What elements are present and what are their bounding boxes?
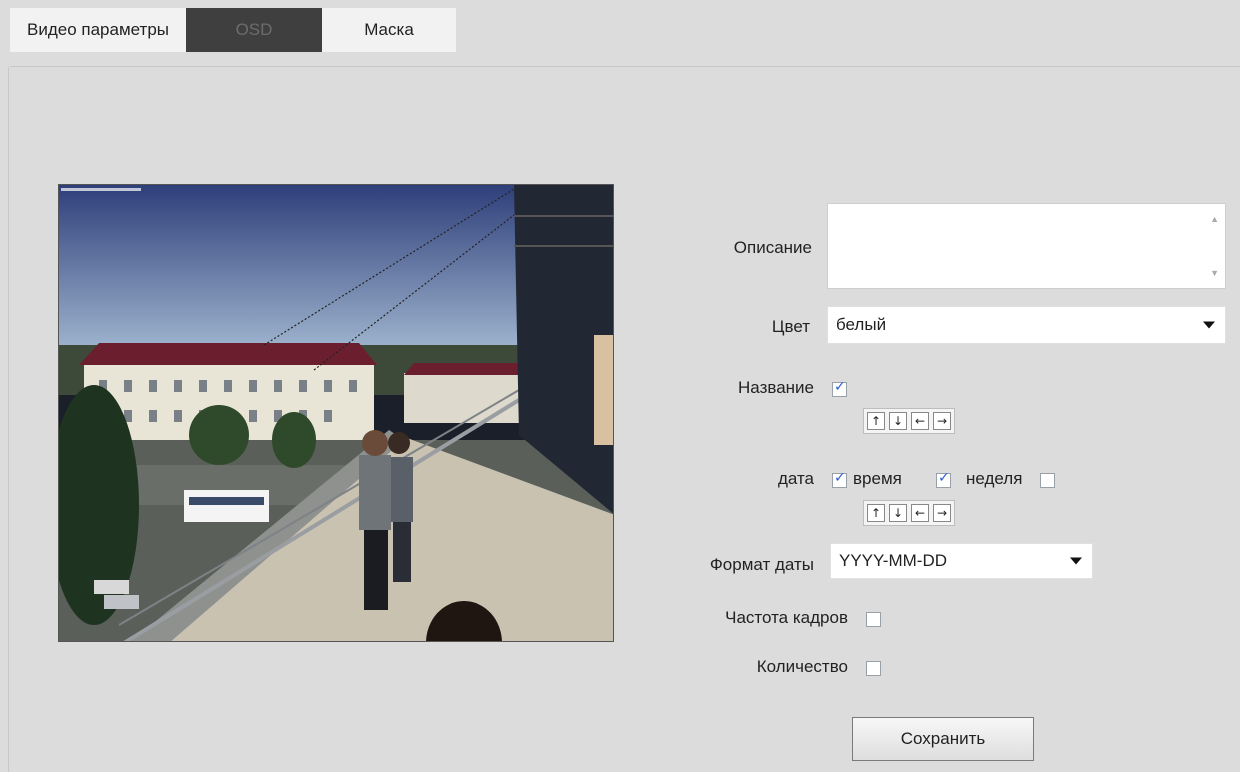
arrow-down-icon[interactable]: ↓ <box>889 504 907 522</box>
color-label: Цвет <box>771 317 810 336</box>
tab-video-params[interactable]: Видео параметры <box>10 8 186 52</box>
tab-mask[interactable]: Маска <box>322 8 456 52</box>
arrow-left-icon[interactable]: ← <box>911 412 929 430</box>
chevron-down-icon <box>1203 321 1215 329</box>
week-checkbox[interactable] <box>1040 473 1055 488</box>
framerate-label: Частота кадров <box>725 608 848 627</box>
color-select-value: белый <box>836 315 887 334</box>
chevron-down-icon <box>1070 557 1082 565</box>
camera-image <box>59 185 613 641</box>
date-format-select[interactable]: YYYY-MM-DD <box>830 543 1093 579</box>
datetime-position-arrows: ↑ ↓ ← → <box>863 500 955 526</box>
date-label: дата <box>777 469 814 488</box>
count-label: Количество <box>756 657 848 676</box>
title-label: Название <box>738 378 814 397</box>
video-preview[interactable] <box>58 184 614 642</box>
tab-osd[interactable]: OSD <box>186 8 322 52</box>
color-select[interactable]: белый <box>827 306 1226 344</box>
arrow-right-icon[interactable]: → <box>933 504 951 522</box>
arrow-up-icon[interactable]: ↑ <box>867 412 885 430</box>
date-checkbox[interactable] <box>832 470 847 488</box>
framerate-checkbox[interactable] <box>866 612 881 627</box>
title-position-arrows: ↑ ↓ ← → <box>863 408 955 434</box>
date-format-value: YYYY-MM-DD <box>839 551 947 570</box>
description-textarea[interactable]: ▲ ▼ <box>827 203 1226 289</box>
tab-divider <box>10 66 1240 67</box>
count-checkbox[interactable] <box>866 661 881 676</box>
week-label: неделя <box>966 469 1023 488</box>
arrow-up-icon[interactable]: ↑ <box>867 504 885 522</box>
scroll-up-icon[interactable]: ▲ <box>1210 214 1219 224</box>
arrow-right-icon[interactable]: → <box>933 412 951 430</box>
arrow-left-icon[interactable]: ← <box>911 504 929 522</box>
arrow-down-icon[interactable]: ↓ <box>889 412 907 430</box>
content-border <box>8 67 9 772</box>
date-format-label: Формат даты <box>709 555 814 574</box>
scroll-down-icon[interactable]: ▼ <box>1210 268 1219 278</box>
save-button[interactable]: Сохранить <box>852 717 1034 761</box>
tab-bar: Видео параметры OSD Маска <box>10 8 456 52</box>
description-label: Описание <box>733 238 812 257</box>
time-checkbox[interactable] <box>936 470 951 488</box>
time-label: время <box>853 469 902 488</box>
title-checkbox[interactable] <box>832 379 847 397</box>
